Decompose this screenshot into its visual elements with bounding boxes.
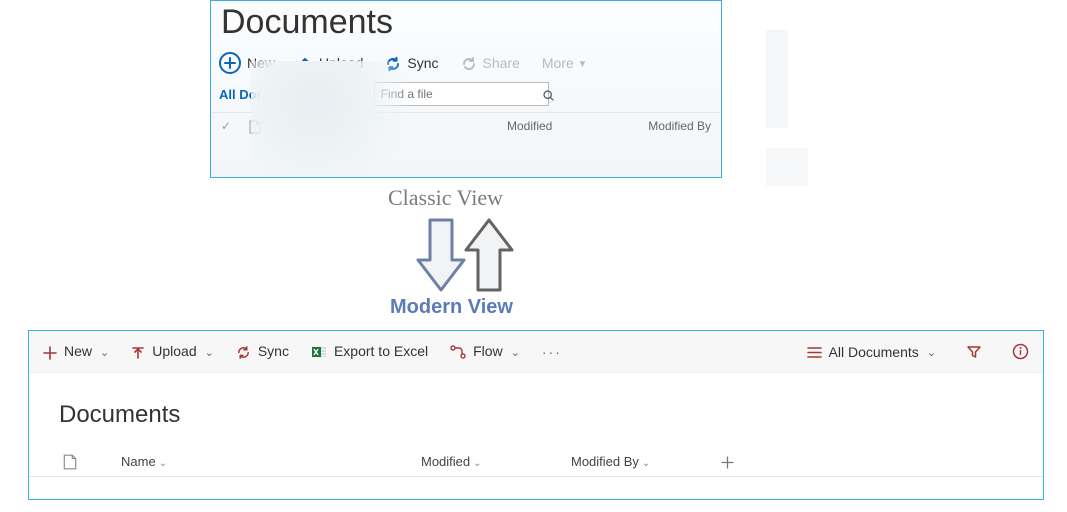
upload-button[interactable]: Upload ⌄	[131, 343, 214, 359]
view-selector[interactable]: All Documents ⌄	[807, 344, 936, 360]
excel-icon	[311, 343, 327, 360]
sync-button[interactable]: Sync	[236, 343, 289, 360]
upload-label: Upload	[152, 343, 196, 359]
sync-label: Sync	[407, 55, 438, 71]
search-icon[interactable]	[542, 86, 555, 101]
plus-icon	[43, 343, 57, 359]
chevron-down-icon: ▾	[580, 57, 586, 70]
upload-label: Upload	[319, 55, 363, 71]
chevron-down-icon: ⌄	[205, 346, 214, 359]
library-title: Documents	[211, 1, 721, 48]
search-input[interactable]	[375, 85, 542, 103]
library-title: Documents	[29, 373, 1043, 449]
column-modified-by[interactable]: Modified By⌄	[571, 454, 721, 469]
view-menu-ellipsis-icon[interactable]: •••	[322, 87, 342, 102]
classic-viewbar: All Documents •••	[211, 82, 721, 112]
new-button[interactable]: New	[219, 52, 275, 74]
info-icon[interactable]	[1012, 343, 1029, 361]
new-label: New	[247, 55, 275, 71]
list-view-icon	[807, 344, 822, 360]
column-name[interactable]: Name⌄	[121, 454, 421, 469]
more-label: More	[542, 55, 574, 71]
sync-label: Sync	[258, 343, 289, 359]
chevron-down-icon: ⌄	[927, 346, 936, 359]
new-button[interactable]: New ⌄	[43, 343, 109, 359]
sync-icon	[385, 54, 401, 71]
sync-icon	[236, 343, 251, 360]
decorative-block	[766, 148, 808, 186]
chevron-down-icon: ⌄	[511, 346, 520, 359]
file-type-column-icon	[63, 453, 121, 470]
chevron-down-icon: ⌄	[473, 458, 481, 469]
chevron-down-icon: ⌄	[100, 346, 109, 359]
add-column-button[interactable]	[721, 454, 761, 469]
share-label: Share	[483, 55, 520, 71]
more-button[interactable]: More ▾	[542, 55, 585, 71]
classic-column-headers: ✓ Name Modified Modified By	[211, 112, 721, 138]
column-modified-by[interactable]: Modified By	[631, 119, 711, 133]
search-box[interactable]	[374, 82, 549, 106]
flow-button[interactable]: Flow ⌄	[450, 343, 520, 360]
plus-circle-icon	[219, 52, 241, 74]
new-label: New	[64, 343, 92, 359]
upload-icon	[131, 343, 145, 359]
classic-toolbar: New Upload Sync Share More ▾	[211, 48, 721, 82]
column-name-label: Name	[121, 454, 156, 469]
chevron-down-icon: ⌄	[159, 458, 167, 469]
command-overflow-icon[interactable]: ···	[542, 344, 562, 360]
export-excel-button[interactable]: Export to Excel	[311, 343, 428, 360]
upload-button[interactable]: Upload	[297, 54, 363, 71]
chevron-down-icon: ⌄	[642, 458, 650, 469]
flow-icon	[450, 343, 466, 360]
upload-icon	[297, 54, 313, 71]
modern-column-headers: Name⌄ Modified⌄ Modified By⌄	[29, 449, 1043, 477]
flow-label: Flow	[473, 343, 503, 359]
column-modified-by-label: Modified By	[571, 454, 639, 469]
modern-view-panel: New ⌄ Upload ⌄ Sync Export to Excel	[28, 330, 1044, 500]
column-name[interactable]: Name	[277, 119, 493, 133]
file-type-icon	[249, 119, 263, 134]
column-modified-label: Modified	[421, 454, 470, 469]
current-view[interactable]: All Documents	[219, 87, 310, 102]
label-modern-view: Modern View	[390, 296, 513, 319]
share-icon	[461, 54, 477, 71]
column-modified[interactable]: Modified	[507, 119, 617, 133]
classic-view-panel: Documents New Upload Sync Share	[210, 0, 722, 178]
sync-button[interactable]: Sync	[385, 54, 438, 71]
direction-arrows	[410, 215, 520, 295]
filter-icon[interactable]	[966, 343, 982, 360]
share-button[interactable]: Share	[461, 54, 520, 71]
view-label: All Documents	[829, 344, 919, 360]
select-all-checkbox[interactable]: ✓	[221, 119, 235, 133]
column-modified[interactable]: Modified⌄	[421, 454, 571, 469]
export-label: Export to Excel	[334, 343, 428, 359]
label-classic-view: Classic View	[388, 185, 503, 211]
decorative-block	[766, 30, 788, 128]
modern-toolbar: New ⌄ Upload ⌄ Sync Export to Excel	[29, 331, 1043, 373]
